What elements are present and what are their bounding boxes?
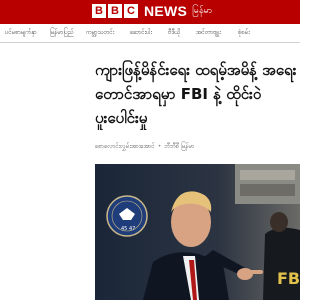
nav-item-features[interactable]: ဆောင်းပါး (130, 27, 152, 38)
svg-text:47: 47 (129, 226, 135, 232)
top-bar: B B C NEWS မြန်မာ (0, 0, 300, 24)
nav-item-investigation[interactable]: စုံစမ်း (238, 27, 250, 38)
nav-item-interview[interactable]: အင်တာဗျူး (196, 27, 221, 38)
bbc-letter-b1: B (92, 4, 106, 18)
hero-illustration: 45 47 FBI (95, 164, 300, 300)
section-nav: ပင်မစာမျက်နှာ မြန်မာပြည် ကမ္ဘာ့သတင်း ဆော… (0, 24, 300, 43)
article-byline: စောလောင်းလွှမ်းအားအောင် • ဘီဘီစီ မြန်မာ (95, 141, 300, 153)
brand-language-label: မြန်မာ (192, 5, 213, 16)
svg-text:FBI: FBI (277, 269, 300, 288)
nav-item-home[interactable]: ပင်မစာမျက်နှာ (5, 27, 37, 38)
bbc-news-logo[interactable]: B B C NEWS မြန်မာ (92, 3, 212, 19)
svg-text:45: 45 (121, 226, 127, 232)
bbc-letter-b2: B (108, 4, 122, 18)
byline-separator: • (157, 143, 162, 150)
brand-news-word: NEWS (144, 3, 188, 19)
presidential-seal: 45 47 (106, 195, 148, 237)
bbc-blocks: B B C (92, 4, 138, 18)
nav-item-myanmar[interactable]: မြန်မာပြည် (50, 27, 74, 38)
article-headline: ကျားဖြန့်မိန်င်းရေး ထရမ့်အမိန့် အရေးတောင… (95, 61, 297, 127)
nav-item-video[interactable]: ဗီဒီယို (168, 27, 180, 38)
hero-image: 45 47 FBI (95, 164, 300, 300)
bbc-letter-c: C (124, 4, 138, 18)
author-name: စောလောင်းလွှမ်းအားအောင် (95, 143, 155, 150)
nav-item-world[interactable]: ကမ္ဘာ့သတင်း (86, 27, 114, 38)
author-source: ဘီဘီစီ မြန်မာ (164, 143, 195, 150)
